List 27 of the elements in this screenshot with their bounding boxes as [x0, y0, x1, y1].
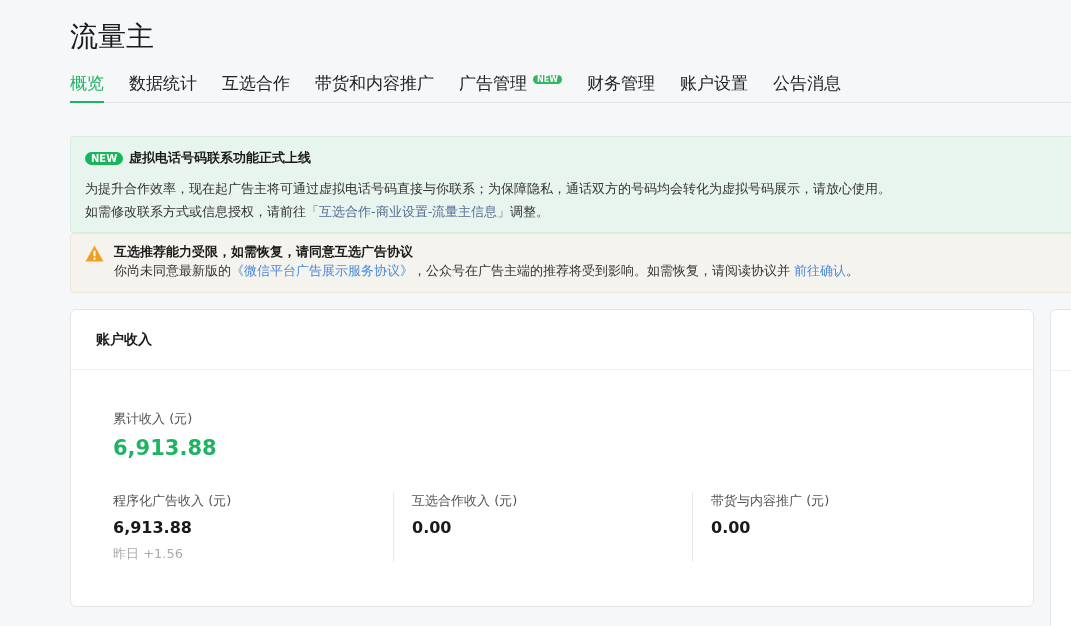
stat-note: 昨日 +1.56 — [113, 545, 184, 563]
notice-title: 互选推荐能力受限，如需恢复，请同意互选广告协议 — [114, 243, 414, 261]
nav-tab[interactable]: 互选合作 — [222, 72, 290, 103]
stat-label: 带货与内容推广 (元) — [711, 492, 831, 510]
card-title: 账户收入 — [96, 330, 152, 349]
total-income-value: 6,913.88 — [113, 436, 218, 460]
nav-tab[interactable]: 公告消息 — [773, 72, 841, 103]
nav-tab[interactable]: 广告管理 — [459, 72, 527, 103]
stat-label: 互选合作收入 (元) — [412, 492, 519, 510]
stat-value: 0.00 — [412, 518, 453, 537]
nav-tab[interactable]: 数据统计 — [129, 72, 197, 103]
notice-text: 你尚未同意最新版的《微信平台广告展示服务协议》，公众号在广告主端的推荐将受到影响。如需恢复，请阅读协议并 前往确认。 — [114, 262, 860, 280]
nav-tab[interactable]: 账户设置 — [680, 72, 748, 103]
nav-tab[interactable]: 带货和内容推广 — [315, 72, 434, 103]
stat-value: 0.00 — [711, 518, 752, 537]
notice-text: 为提升合作效率，现在起广告主将可通过虚拟电话号码直接与你联系；为保障隐私，通话双方的号码均会转化为虚拟号码展示，请放心使用。 — [85, 180, 892, 198]
stat-label: 程序化广告收入 (元) — [113, 492, 233, 510]
notice-title: 虚拟电话号码联系功能正式上线 — [129, 149, 312, 167]
notice-text: 如需修改联系方式或信息授权，请前往「互选合作-商业设置-流量主信息」调整。 — [85, 203, 551, 221]
new-badge: NEW — [85, 151, 124, 165]
stat-label: 累计收入 (元) — [113, 410, 194, 428]
warning-icon — [85, 245, 104, 262]
new-badge: NEW — [533, 75, 562, 84]
page-title: 流量主 — [70, 19, 155, 55]
nav-tab[interactable]: 财务管理 — [587, 72, 655, 103]
notice-link[interactable]: 「互选合作-商业设置-流量主信息」 — [306, 204, 511, 219]
stat-value: 6,913.88 — [113, 518, 193, 537]
